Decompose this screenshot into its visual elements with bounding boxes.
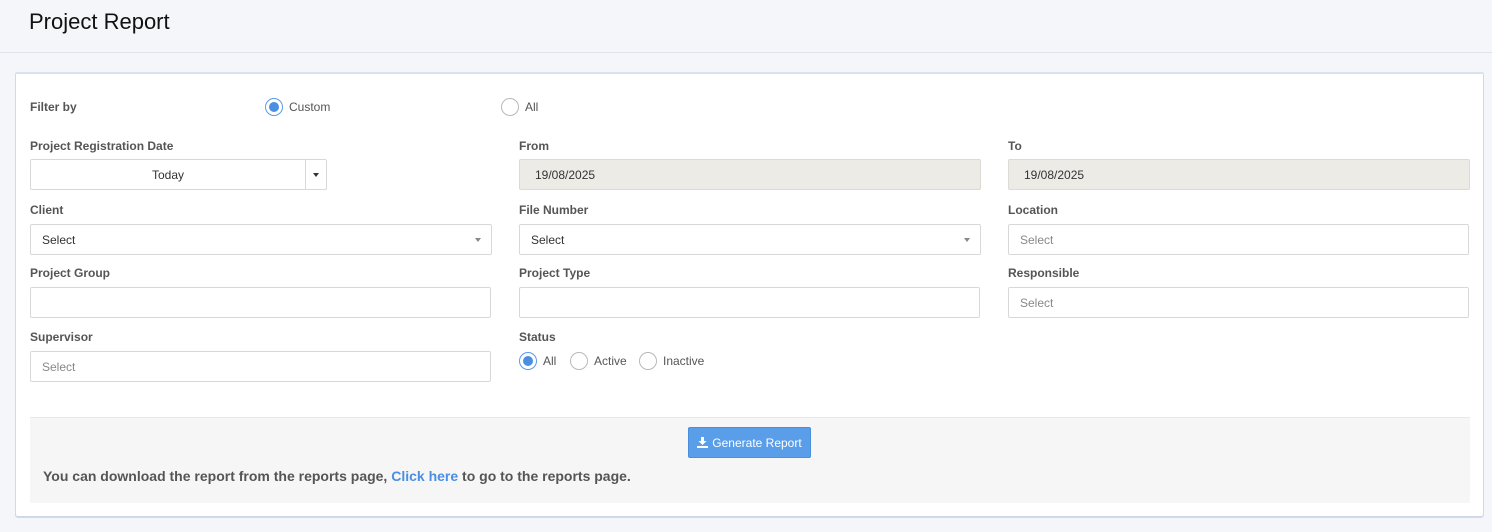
- to-label: To: [1008, 139, 1022, 153]
- chevron-down-icon: [964, 238, 970, 242]
- filter-custom-radio[interactable]: Custom: [265, 98, 330, 116]
- filter-all-label: All: [525, 100, 539, 114]
- supervisor-label: Supervisor: [30, 330, 93, 344]
- client-select-value: Select: [42, 232, 76, 247]
- download-icon: [697, 437, 709, 448]
- responsible-placeholder: Select: [1020, 295, 1054, 310]
- radio-checked-icon: [519, 352, 537, 370]
- status-all-label: All: [543, 354, 557, 368]
- generate-report-label: Generate Report: [712, 435, 802, 450]
- status-inactive-label: Inactive: [663, 354, 705, 368]
- project-group-label: Project Group: [30, 266, 111, 280]
- registration-date-dropdown-button[interactable]: [305, 160, 326, 189]
- radio-unchecked-icon: [570, 352, 588, 370]
- filter-all-radio[interactable]: All: [501, 98, 538, 116]
- reports-page-link[interactable]: Click here: [391, 468, 458, 484]
- status-active-radio[interactable]: Active: [570, 352, 627, 370]
- status-all-radio[interactable]: All: [519, 352, 556, 370]
- download-note-after: to go to the reports page.: [458, 468, 631, 484]
- download-note: You can download the report from the rep…: [43, 468, 631, 484]
- filter-by-label: Filter by: [30, 100, 77, 114]
- chevron-down-icon: [475, 238, 481, 242]
- location-input[interactable]: Select: [1008, 224, 1469, 255]
- project-group-input[interactable]: [30, 287, 491, 318]
- from-label: From: [519, 139, 549, 153]
- responsible-label: Responsible: [1008, 266, 1080, 280]
- file-number-select-value: Select: [531, 232, 565, 247]
- to-date-value: 19/08/2025: [1024, 167, 1085, 182]
- responsible-input[interactable]: Select: [1008, 287, 1469, 318]
- radio-unchecked-icon: [639, 352, 657, 370]
- caret-down-icon: [313, 172, 319, 177]
- file-number-select[interactable]: Select: [519, 224, 981, 255]
- radio-unchecked-icon: [501, 98, 519, 116]
- page-title: Project Report: [29, 9, 170, 34]
- client-label: Client: [30, 203, 64, 217]
- location-label: Location: [1008, 203, 1058, 217]
- file-number-label: File Number: [519, 203, 589, 217]
- filter-custom-label: Custom: [289, 100, 331, 114]
- status-inactive-radio[interactable]: Inactive: [639, 352, 704, 370]
- page-header: Project Report: [0, 0, 1492, 53]
- panel-top-border: [15, 72, 1484, 74]
- to-date-field[interactable]: 19/08/2025: [1008, 159, 1470, 190]
- location-placeholder: Select: [1020, 232, 1054, 247]
- registration-date-label: Project Registration Date: [30, 139, 174, 153]
- from-date-value: 19/08/2025: [535, 167, 596, 182]
- project-type-input[interactable]: [519, 287, 980, 318]
- radio-checked-icon: [265, 98, 283, 116]
- registration-date-select[interactable]: Today: [30, 159, 327, 190]
- generate-report-button[interactable]: Generate Report: [688, 427, 811, 458]
- from-date-field[interactable]: 19/08/2025: [519, 159, 981, 190]
- status-label: Status: [519, 330, 556, 344]
- client-select[interactable]: Select: [30, 224, 492, 255]
- registration-date-value: Today: [151, 167, 185, 182]
- download-note-before: You can download the report from the rep…: [43, 468, 392, 484]
- status-active-label: Active: [594, 354, 627, 368]
- supervisor-input[interactable]: Select: [30, 351, 491, 382]
- project-type-label: Project Type: [519, 266, 591, 280]
- supervisor-placeholder: Select: [42, 359, 76, 374]
